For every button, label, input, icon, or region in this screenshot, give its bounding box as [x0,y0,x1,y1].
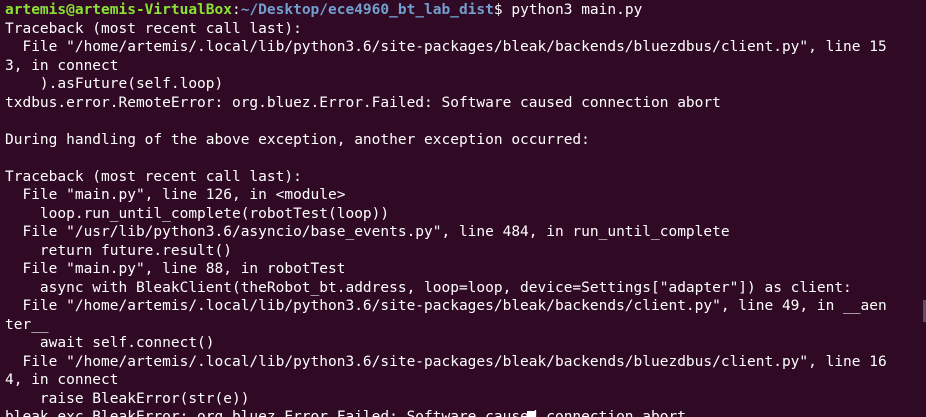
text-cursor [527,411,536,417]
output-line: return future.result() [5,242,232,259]
output-line: During handling of the above exception, … [5,131,590,148]
output-line: bleak.exc.BleakError: org.bluez.Error.Fa… [5,409,686,417]
prompt-line: artemis@artemis-VirtualBox:~/Desktop/ece… [5,1,926,20]
output-line: 3, in connect [5,57,119,74]
output-line: File "/home/artemis/.local/lib/python3.6… [5,39,887,55]
terminal-window[interactable]: artemis@artemis-VirtualBox:~/Desktop/ece… [0,0,926,417]
output-line: Traceback (most recent call last): [5,168,302,185]
output-line: txdbus.error.RemoteError: org.bluez.Erro… [5,94,721,111]
output-line: loop.run_until_complete(robotTest(loop)) [5,205,390,222]
output-line: raise BleakError(str(e)) [5,390,250,407]
output-line: File "/home/artemis/.local/lib/python3.6… [5,353,887,370]
output-line: File "main.py", line 126, in <module> [5,187,346,203]
prompt-user-host: artemis@artemis-VirtualBox [5,2,232,18]
prompt-command: python3 main.py [511,2,643,18]
output-line: Traceback (most recent call last): [5,20,302,37]
output-line: 4, in connect [5,372,119,388]
prompt-symbol: $ [493,2,512,18]
output-line: await self.connect() [5,335,215,351]
prompt-separator: : [231,2,241,18]
prompt-path: ~/Desktop/ece4960_bt_lab_dist [240,2,494,18]
output-line: ).asFuture(self.loop) [5,76,224,92]
output-line: ter__ [5,316,49,333]
output-line: File "/usr/lib/python3.6/asyncio/base_ev… [5,224,730,240]
output-line: File "main.py", line 88, in robotTest [5,261,346,277]
output-line: async with BleakClient(theRobot_bt.addre… [5,279,852,296]
output-line: File "/home/artemis/.local/lib/python3.6… [5,298,887,314]
